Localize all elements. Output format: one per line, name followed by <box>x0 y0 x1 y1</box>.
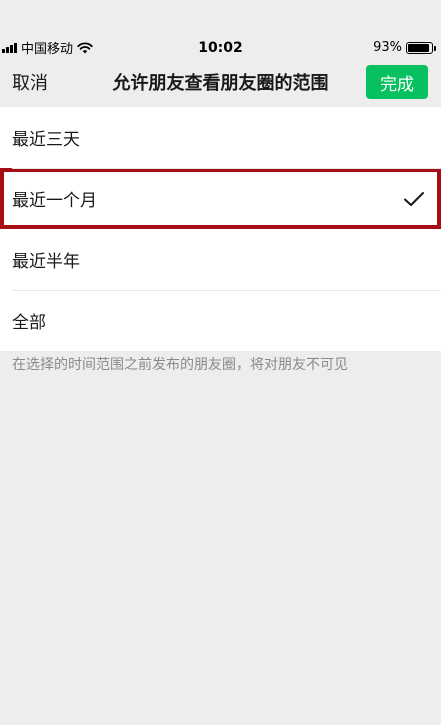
option-label: 最近三天 <box>12 130 80 150</box>
option-label: 最近半年 <box>12 252 80 272</box>
cancel-button[interactable]: 取消 <box>12 69 48 95</box>
signal-icon <box>2 42 17 53</box>
option-label: 全部 <box>12 313 46 333</box>
nav-bar: 取消 允许朋友查看朋友圈的范围 完成 <box>0 58 441 106</box>
status-left: 中国移动 <box>2 38 93 57</box>
option-last-three-days[interactable]: 最近三天 <box>0 107 441 168</box>
option-last-month[interactable]: 最近一个月 <box>0 168 441 229</box>
wifi-icon <box>77 41 93 53</box>
range-option-list: 最近三天 最近一个月 最近半年 全部 <box>0 107 441 351</box>
done-button[interactable]: 完成 <box>366 65 428 99</box>
option-label: 最近一个月 <box>12 191 97 211</box>
battery-percent: 93% <box>373 40 402 55</box>
hint-text: 在选择的时间范围之前发布的朋友圈，将对朋友不可见 <box>12 357 348 373</box>
battery-icon <box>406 41 436 54</box>
battery-level <box>408 43 430 52</box>
checkmark-icon <box>404 191 424 206</box>
option-all[interactable]: 全部 <box>0 290 441 351</box>
carrier-name: 中国移动 <box>21 42 74 57</box>
option-last-half-year[interactable]: 最近半年 <box>0 229 441 290</box>
status-bar: 中国移动 10:02 93% <box>0 37 441 58</box>
top-spacer <box>0 0 441 37</box>
status-right: 93% <box>373 40 436 55</box>
